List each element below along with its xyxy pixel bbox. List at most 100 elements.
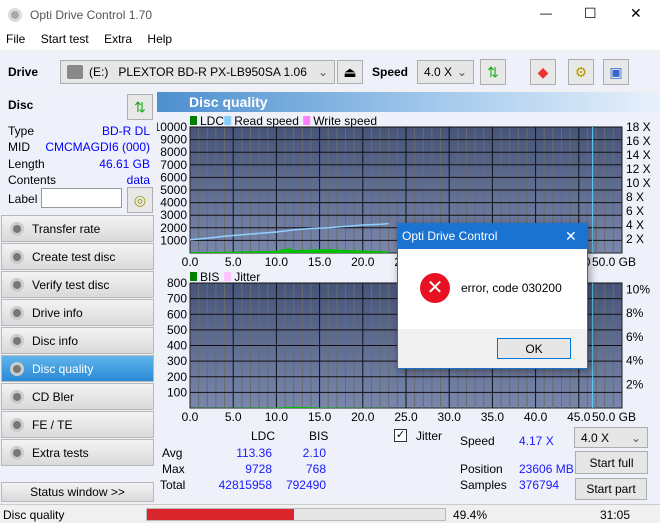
- x-tick-label: 40.0: [524, 410, 548, 422]
- sidebar-item-extra-tests[interactable]: Extra tests: [1, 439, 154, 466]
- disc-refresh-button[interactable]: ⇅: [127, 94, 153, 120]
- minimize-button[interactable]: —: [540, 6, 552, 20]
- x-tick-label: 5.0: [225, 255, 242, 269]
- title-bar: Opti Drive Control 1.70 — ☐ ✕: [0, 0, 660, 30]
- legend-label: Read speed: [234, 114, 299, 128]
- x-tick-label: 30.0: [438, 410, 462, 422]
- sidebar-item-cd-bler[interactable]: CD Bler: [1, 383, 154, 410]
- disc-icon: [10, 445, 24, 460]
- menu-extra[interactable]: Extra: [98, 30, 138, 48]
- speed-value: 4.17 X: [519, 434, 554, 448]
- sidebar-item-create-test-disc[interactable]: Create test disc: [1, 243, 154, 270]
- drive-icon: [67, 65, 83, 79]
- chevron-down-icon: ⌄: [630, 430, 641, 445]
- ok-button[interactable]: OK: [497, 338, 571, 359]
- legend-swatch: [190, 272, 197, 281]
- save-button[interactable]: ▣: [603, 59, 629, 85]
- avg-ldc: 113.36: [236, 446, 272, 460]
- disc-icon: [10, 277, 24, 292]
- y-tick-label: 7000: [160, 158, 187, 172]
- eject-button[interactable]: ⏏: [337, 60, 363, 84]
- y-tick-label: 9000: [160, 133, 187, 147]
- max-ldc: 9728: [245, 462, 272, 476]
- sidebar-item-drive-info[interactable]: Drive info: [1, 299, 154, 326]
- x-tick-label: 15.0: [308, 410, 332, 422]
- type-value: BD-R DL: [101, 124, 150, 138]
- eraser-button[interactable]: ◆: [530, 59, 556, 85]
- y2-tick-label: 14 X: [626, 148, 651, 162]
- settings-button[interactable]: ⚙: [568, 59, 594, 85]
- dialog-message: error, code 030200: [461, 281, 562, 295]
- disc-icon: [10, 305, 24, 320]
- x-tick-label: 20.0: [351, 255, 375, 269]
- col-ldc: LDC: [251, 429, 276, 443]
- x-tick-label: 15.0: [308, 255, 332, 269]
- y2-tick-label: 8%: [626, 306, 644, 320]
- disc-title: Disc: [8, 98, 34, 112]
- y2-tick-label: 6%: [626, 330, 644, 344]
- x-tick-label: 50.0 GB: [592, 255, 636, 269]
- sidebar-item-verify-test-disc[interactable]: Verify test disc: [1, 271, 154, 298]
- jitter-checkbox[interactable]: ✓: [394, 429, 407, 442]
- y-tick-label: 10000: [157, 120, 187, 134]
- label-input[interactable]: [41, 188, 122, 208]
- sidebar-item-disc-info[interactable]: Disc info: [1, 327, 154, 354]
- chevron-down-icon: ⌄: [317, 65, 328, 79]
- y-tick-label: 5000: [160, 183, 187, 197]
- legend-swatch: [303, 116, 311, 125]
- samples-value: 376794: [519, 478, 560, 492]
- status-text: Disc quality: [3, 508, 65, 522]
- refresh-button[interactable]: ⇅: [480, 59, 506, 85]
- y-tick-label: 8000: [160, 145, 187, 159]
- avg-bis: 2.10: [302, 446, 326, 460]
- x-tick-label: 25.0: [394, 410, 418, 422]
- menu-help[interactable]: Help: [141, 30, 178, 48]
- maximize-button[interactable]: ☐: [584, 5, 597, 22]
- mid-value: CMCMAGDI6 (000): [45, 140, 150, 154]
- menu-file[interactable]: File: [0, 30, 31, 48]
- y-tick-label: 3000: [160, 208, 187, 222]
- y2-tick-label: 16 X: [626, 134, 651, 148]
- x-tick-label: 45.0: [567, 410, 591, 422]
- disc-icon: [10, 389, 24, 404]
- status-window-button[interactable]: Status window >>: [1, 482, 154, 502]
- dialog-close-button[interactable]: ✕: [565, 228, 577, 245]
- sidebar-item-fe-te[interactable]: FE / TE: [1, 411, 154, 438]
- y-tick-label: 600: [167, 307, 187, 321]
- disc-icon: [10, 361, 24, 376]
- drive-select[interactable]: (E:) PLEXTOR BD-R PX-LB950SA 1.06 ⌄: [60, 60, 335, 84]
- total-ldc: 42815958: [218, 478, 272, 492]
- x-tick-label: 0.0: [182, 410, 199, 422]
- length-label: Length: [8, 157, 45, 171]
- menu-start-test[interactable]: Start test: [35, 30, 95, 48]
- y-tick-label: 200: [167, 370, 187, 384]
- speed-select[interactable]: 4.0 X ⌄: [417, 60, 474, 84]
- error-icon: ✕: [420, 273, 450, 303]
- dialog-title: Opti Drive Control: [402, 229, 498, 243]
- disc-icon: [10, 221, 24, 236]
- status-bar: Disc quality 49.4% 31:05: [0, 504, 660, 523]
- progress-text: 49.4%: [453, 508, 488, 522]
- contents-label: Contents: [8, 173, 57, 187]
- window-title: Opti Drive Control 1.70: [30, 8, 153, 22]
- sidebar-item-transfer-rate[interactable]: Transfer rate: [1, 215, 154, 242]
- close-button[interactable]: ✕: [630, 5, 642, 22]
- dialog-body: ✕ error, code 030200: [398, 249, 587, 329]
- y2-tick-label: 18 X: [626, 120, 651, 134]
- jitter-label: Jitter: [416, 429, 443, 443]
- label-apply-button[interactable]: ◎: [127, 187, 153, 213]
- y-tick-label: 300: [167, 354, 187, 368]
- position-value: 23606 MB: [519, 462, 574, 476]
- x-tick-label: 35.0: [481, 410, 505, 422]
- start-full-button[interactable]: Start full: [575, 451, 648, 474]
- col-bis: BIS: [309, 429, 329, 443]
- start-part-button[interactable]: Start part: [575, 478, 647, 500]
- y2-tick-label: 6 X: [626, 204, 644, 218]
- y-tick-label: 2000: [160, 221, 187, 235]
- app-icon: [8, 8, 22, 22]
- y-tick-label: 800: [167, 276, 187, 290]
- y2-tick-label: 2 X: [626, 232, 644, 246]
- sidebar-item-disc-quality[interactable]: Disc quality: [1, 355, 154, 382]
- error-dialog: Opti Drive Control ✕ ✕ error, code 03020…: [397, 223, 588, 369]
- test-speed-select[interactable]: 4.0 X ⌄: [574, 427, 648, 448]
